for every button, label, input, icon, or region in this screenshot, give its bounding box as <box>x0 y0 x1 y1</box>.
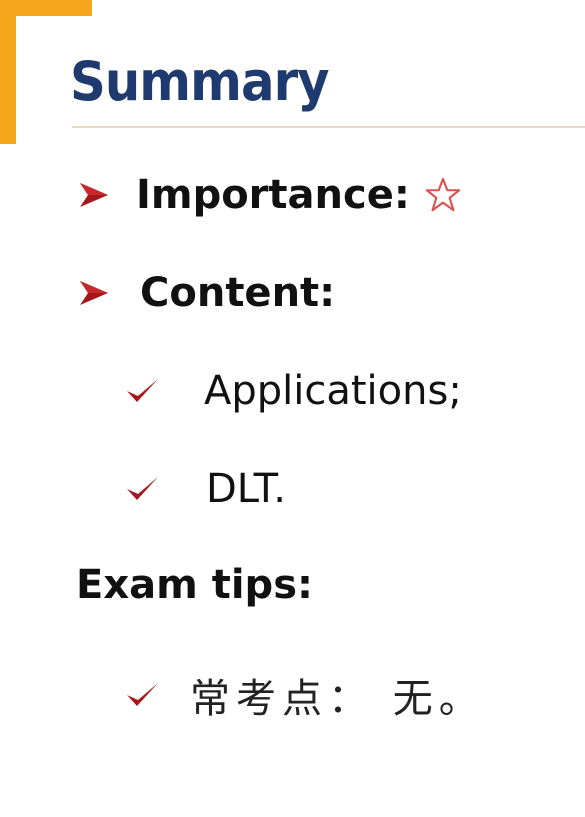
importance-label: Importance: <box>136 172 410 218</box>
title-divider <box>72 126 585 128</box>
content-label: Content: <box>140 270 336 316</box>
checkmark-icon <box>127 683 158 706</box>
content-item-label: DLT. <box>206 466 286 512</box>
exam-tip-item: 常考点： 无。 <box>124 666 485 724</box>
exam-tips-heading-row: Exam tips: <box>76 562 313 608</box>
bullet-importance: Importance: <box>78 172 462 218</box>
star-outline-icon <box>425 177 461 212</box>
arrow-bullet-icon <box>80 281 108 305</box>
checkmark-icon <box>127 379 158 402</box>
content-item-label: Applications; <box>204 368 462 414</box>
content-item: DLT. <box>124 466 286 512</box>
corner-accent-vertical <box>0 0 16 144</box>
exam-tip-label: 常考点： 无。 <box>190 676 485 722</box>
bullet-content: Content: <box>78 270 335 316</box>
page-title: Summary <box>70 50 330 113</box>
arrow-bullet-icon <box>80 183 108 207</box>
exam-tips-heading: Exam tips: <box>76 562 313 608</box>
checkmark-icon <box>127 477 158 500</box>
content-item: Applications; <box>124 368 462 414</box>
